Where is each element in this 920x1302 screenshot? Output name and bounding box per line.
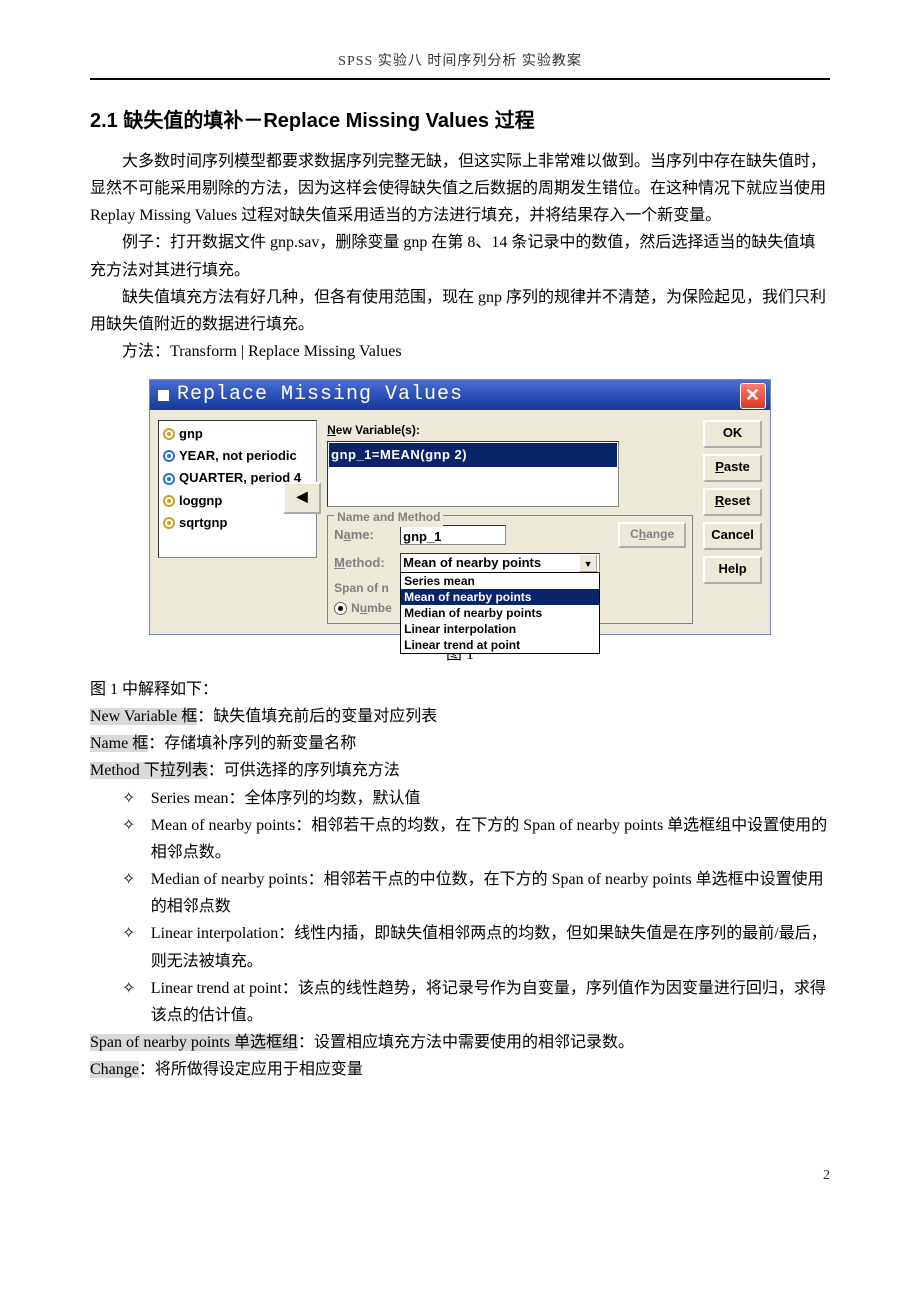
dropdown-option[interactable]: Median of nearby points [401,605,599,621]
scale-icon [163,495,175,507]
bullet-item: ✧Series mean：全体序列的均数，默认值 [90,785,830,812]
dropdown-option[interactable]: Mean of nearby points [401,589,599,605]
dropdown-option[interactable]: Series mean [401,573,599,589]
cancel-button[interactable]: Cancel [703,522,762,550]
list-item[interactable]: YEAR, not periodic [161,445,314,467]
bullet-item: ✧Linear interpolation：线性内插，即缺失值相邻两点的均数，但… [90,920,830,974]
bullet-item: ✧Mean of nearby points：相邻若干点的均数，在下方的 Spa… [90,812,830,866]
scale-icon [163,428,175,440]
explain-line: Change：将所做得设定应用于相应变量 [90,1056,830,1083]
reset-button[interactable]: Reset [703,488,762,516]
body-paragraph: 例子：打开数据文件 gnp.sav，删除变量 gnp 在第 8、14 条记录中的… [90,229,830,283]
page-header: SPSS 实验八 时间序列分析 实验教案 [90,50,830,80]
dropdown-option[interactable]: Linear interpolation [401,621,599,637]
method-label: Method: [334,552,394,574]
list-item[interactable]: sqrtgnp [161,512,314,534]
change-button[interactable]: Change [618,522,686,548]
explain-line: Name 框：存储填补序列的新变量名称 [90,730,830,757]
help-button[interactable]: Help [703,556,762,584]
number-radio-label: Numbe [351,598,392,618]
replace-missing-values-dialog: Replace Missing Values ✕ gnp YEAR, not p… [149,379,771,634]
dropdown-option[interactable]: Linear trend at point [401,637,599,653]
move-left-button[interactable]: ◀ [283,482,321,514]
group-legend: Name and Method [334,507,443,527]
body-paragraph: 方法：Transform | Replace Missing Values [90,338,830,365]
chevron-down-icon[interactable]: ▼ [579,554,597,572]
explain-line: New Variable 框：缺失值填充前后的变量对应列表 [90,703,830,730]
dialog-title: Replace Missing Values [177,378,463,412]
scale-icon [163,517,175,529]
section-title: 2.1 缺失值的填补－Replace Missing Values 过程 [90,104,830,138]
ok-button[interactable]: OK [703,420,762,448]
dialog-titlebar: Replace Missing Values ✕ [150,380,770,410]
name-and-method-group: Name and Method Name: gnp_1 Change Metho… [327,515,693,624]
name-input[interactable]: gnp_1 [400,525,506,545]
periodic-icon [163,473,175,485]
body-paragraph: 缺失值填充方法有好几种，但各有使用范围，现在 gnp 序列的规律并不清楚，为保险… [90,284,830,338]
body-paragraph: 大多数时间序列模型都要求数据序列完整无缺，但这实际上非常难以做到。当序列中存在缺… [90,148,830,230]
new-variable-selected[interactable]: gnp_1=MEAN(gnp 2) [329,443,617,467]
explain-intro: 图 1 中解释如下： [90,676,830,703]
bullet-item: ✧Median of nearby points：相邻若干点的中位数，在下方的 … [90,866,830,920]
list-item[interactable]: gnp [161,423,314,445]
page-number: 2 [90,1164,830,1188]
explain-line: Method 下拉列表：可供选择的序列填充方法 [90,757,830,784]
window-icon [158,390,169,401]
bullet-item: ✧Linear trend at point：该点的线性趋势，将记录号作为自变量… [90,975,830,1029]
new-variables-list[interactable]: gnp_1=MEAN(gnp 2) [327,441,619,507]
span-label: Span of n [334,578,389,598]
dialog-figure: Replace Missing Values ✕ gnp YEAR, not p… [90,379,830,634]
new-variables-label: New Variable(s): [327,420,693,440]
paste-button[interactable]: Paste [703,454,762,482]
close-button[interactable]: ✕ [740,383,766,409]
periodic-icon [163,450,175,462]
number-radio[interactable] [334,602,347,615]
method-dropdown[interactable]: Series mean Mean of nearby points Median… [400,572,600,654]
explain-line: Span of nearby points 单选框组：设置相应填充方法中需要使用… [90,1029,830,1056]
method-combobox[interactable]: Mean of nearby points ▼ [400,553,600,573]
